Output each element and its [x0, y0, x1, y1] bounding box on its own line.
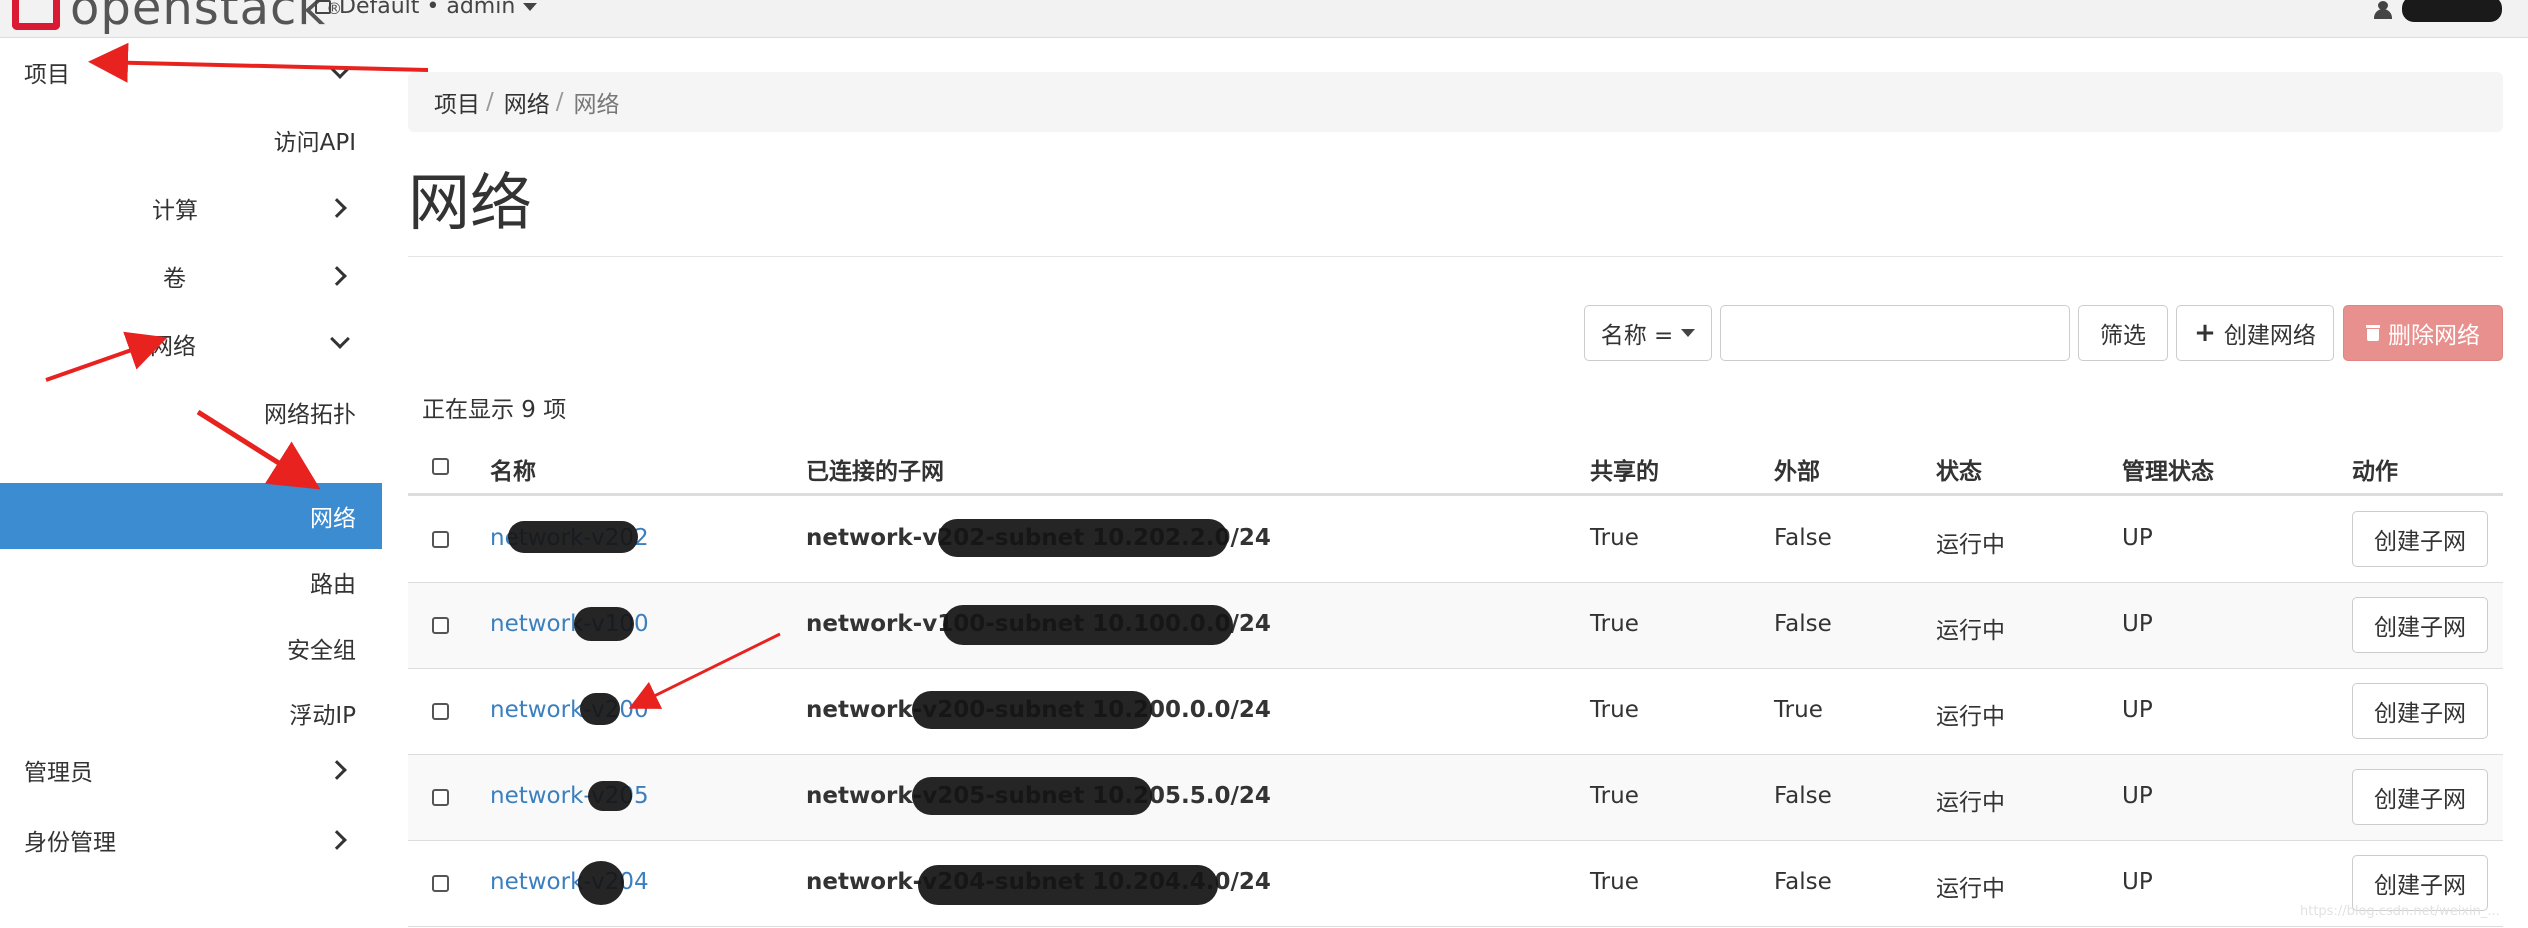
annotation-arrow [45, 331, 168, 382]
annotation-arrow [196, 409, 321, 490]
watermark: https://blog.csdn.net/weixin_... [2300, 904, 2500, 919]
annotation-arrows [45, 42, 781, 709]
annotation-arrow [88, 42, 429, 83]
annotation-arrow [628, 632, 781, 709]
